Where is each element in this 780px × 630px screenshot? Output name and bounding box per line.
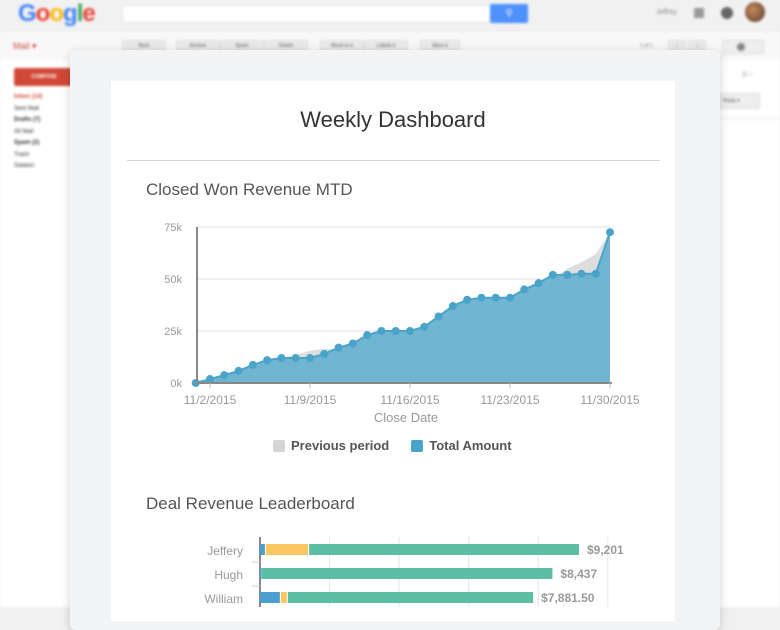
bar-total-label: $7,881.50 bbox=[541, 591, 595, 605]
category-label: Hugh bbox=[214, 568, 243, 582]
bar-segment bbox=[260, 592, 280, 603]
category-label: Jeffery bbox=[207, 544, 243, 558]
leaderboard-bar-chart: Jeffery $9,201 Hugh $8,437 William $7,881.50 bbox=[204, 537, 624, 607]
bar-segment bbox=[287, 592, 534, 603]
bar-segment bbox=[280, 592, 287, 603]
category-label: William bbox=[204, 592, 243, 606]
bar-segment bbox=[260, 568, 262, 579]
bar-total-label: $9,201 bbox=[587, 543, 624, 557]
bar-segment bbox=[260, 544, 265, 555]
bar-segment bbox=[309, 544, 579, 555]
bar-segment bbox=[261, 568, 553, 579]
bar-total-label: $8,437 bbox=[560, 567, 597, 581]
bar-segment bbox=[265, 544, 309, 555]
